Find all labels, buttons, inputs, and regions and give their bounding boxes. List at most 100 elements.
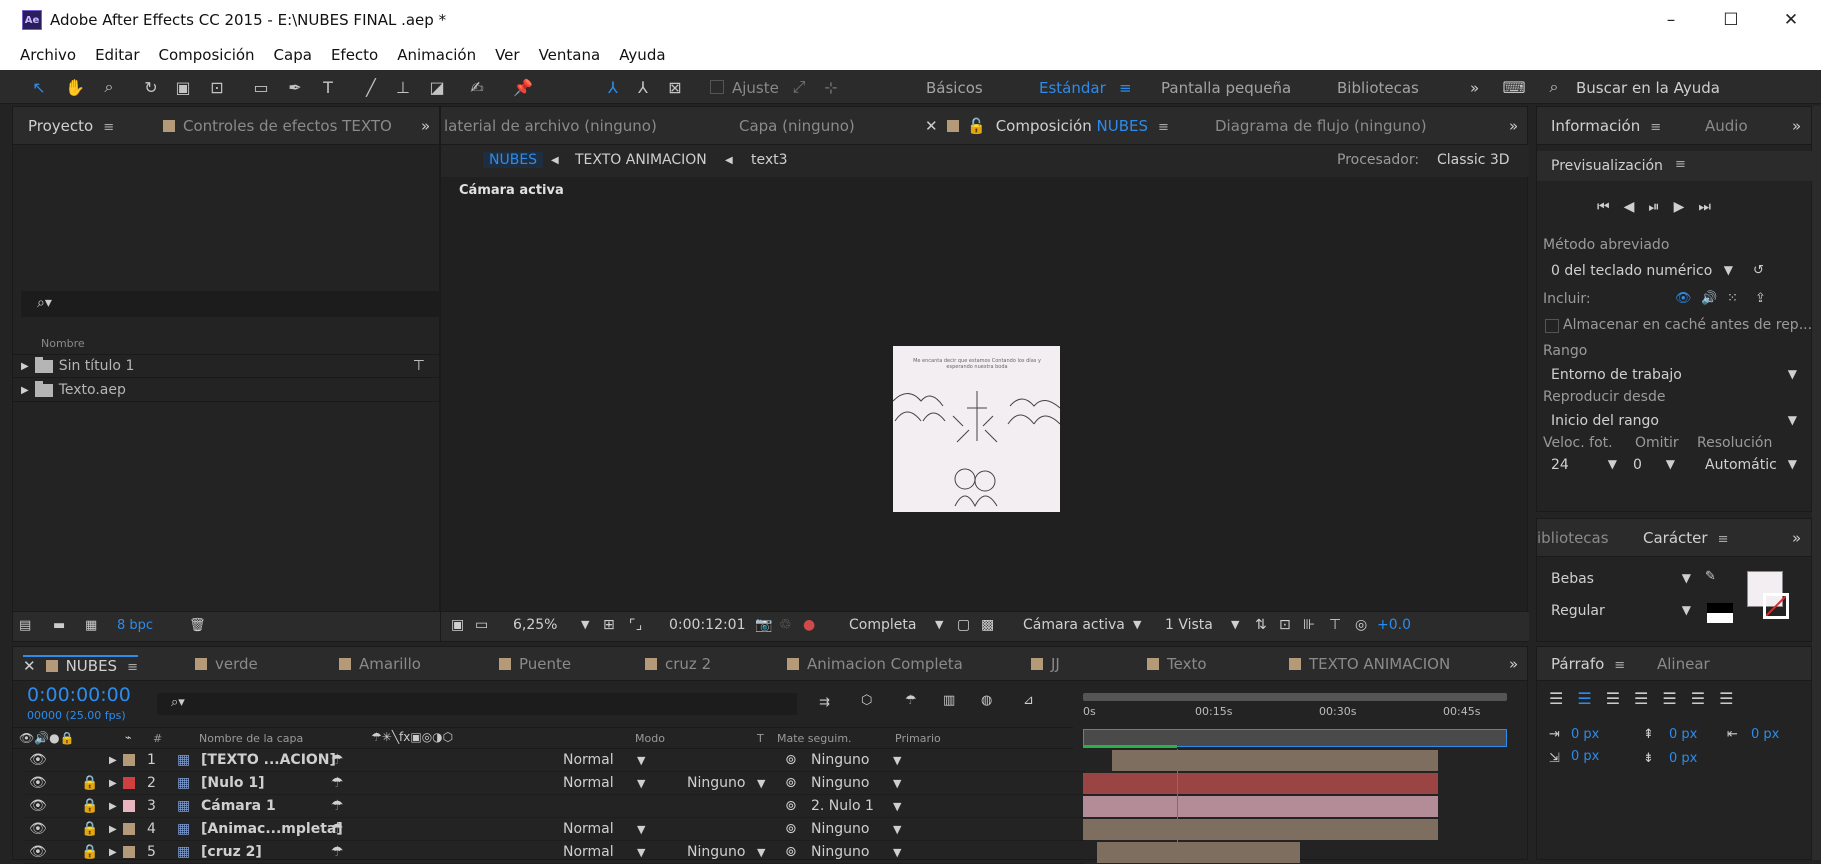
chevron-down-icon[interactable]: ▼ <box>637 754 645 767</box>
eye-icon[interactable]: 👁 <box>29 844 47 860</box>
include-overlays-icon[interactable]: ⁙ <box>1727 291 1738 306</box>
tab-layer[interactable]: Capa (ninguno) <box>739 117 855 135</box>
column-layer-name[interactable]: Nombre de la capa <box>199 732 303 745</box>
trkmat-select[interactable]: Ninguno <box>687 775 745 791</box>
help-search-input[interactable]: Buscar en la Ayuda <box>1576 79 1720 97</box>
play-from-select[interactable]: Inicio del rango ▼ <box>1551 413 1797 429</box>
layer-search-input[interactable]: ⌕▾ <box>157 693 797 715</box>
interpret-footage-icon[interactable]: ▤ <box>19 618 31 633</box>
clone-stamp-tool-icon[interactable]: ⊥ <box>392 76 414 98</box>
tab-footage[interactable]: laterial de archivo (ninguno) <box>444 117 657 135</box>
chevron-down-icon[interactable]: ▼ <box>893 823 901 836</box>
panel-more-icon[interactable]: » <box>1509 117 1518 135</box>
expand-icon[interactable]: ▶ <box>109 801 117 812</box>
tab-timeline-amarillo[interactable]: Amarillo <box>339 655 421 673</box>
pickwhip-icon[interactable]: ⊚ <box>785 752 797 768</box>
minimize-button[interactable]: – <box>1641 0 1701 40</box>
chevron-down-icon[interactable]: ▼ <box>893 754 901 767</box>
tab-timeline-animacion[interactable]: Animacion Completa <box>787 655 963 673</box>
close-tab-icon[interactable]: ✕ <box>925 117 938 135</box>
comp-flowchart-icon[interactable]: ⊤ <box>1329 617 1341 633</box>
range-select[interactable]: Entorno de trabajo ▼ <box>1551 367 1797 383</box>
roto-brush-tool-icon[interactable]: ✍ <box>466 76 488 98</box>
show-snapshot-icon[interactable]: ♲ <box>779 617 792 633</box>
lock-icon[interactable]: 🔒 <box>81 775 98 791</box>
maximize-button[interactable]: ☐ <box>1701 0 1761 40</box>
indent-right-value[interactable]: 0 px <box>1751 727 1779 742</box>
workspace-bibliotecas[interactable]: Bibliotecas <box>1337 79 1419 97</box>
resolution-select[interactable]: Automátic ▼ <box>1705 457 1797 473</box>
font-style-select[interactable]: Regular ▼ <box>1551 603 1691 619</box>
chevron-down-icon[interactable]: ▼ <box>637 846 645 859</box>
tab-timeline-nubes[interactable]: ✕ NUBES ≡ <box>23 655 138 675</box>
tab-bibliotecas[interactable]: ibliotecas <box>1537 529 1609 547</box>
column-mode[interactable]: Modo <box>635 732 665 745</box>
export-icon[interactable]: ⇪ <box>1755 291 1766 306</box>
include-audio-icon[interactable]: 🔊 <box>1701 291 1717 306</box>
paragraph-align-buttons[interactable]: ☰☰☰☰☰☰☰ <box>1549 689 1747 708</box>
views-select[interactable]: 1 Vista <box>1165 617 1213 633</box>
playback-controls[interactable]: ⏮◀⏯▶⏭ <box>1597 199 1725 215</box>
snap-feature-icon[interactable]: ⊹ <box>820 76 842 98</box>
lock-icon[interactable]: 🔒 <box>81 821 98 837</box>
list-item[interactable]: ▶ Sin título 1 ⊤ <box>13 355 439 378</box>
hand-tool-icon[interactable]: ✋ <box>64 76 86 98</box>
mode-select[interactable]: Normal <box>563 821 614 837</box>
processor-value[interactable]: Classic 3D <box>1437 152 1510 168</box>
panel-more-icon[interactable]: » <box>1509 655 1518 673</box>
view-axis-icon[interactable]: ⊠ <box>664 76 686 98</box>
tab-audio[interactable]: Audio <box>1705 117 1748 135</box>
tab-parrafo[interactable]: Párrafo ≡ <box>1551 655 1625 673</box>
rotate-tool-icon[interactable]: ↻ <box>140 76 162 98</box>
chevron-down-icon[interactable]: ▼ <box>893 846 901 859</box>
tab-timeline-verde[interactable]: verde <box>195 655 258 673</box>
tab-timeline-cruz2[interactable]: cruz 2 <box>645 655 711 673</box>
chevron-down-icon[interactable]: ▼ <box>1231 618 1239 631</box>
motion-blur-icon[interactable]: ◍ <box>981 693 992 708</box>
menu-editar[interactable]: Editar <box>95 46 139 64</box>
snap-edge-icon[interactable]: ⤢ <box>788 76 810 98</box>
new-composition-icon[interactable]: ▦ <box>85 618 97 633</box>
table-row[interactable]: 👁 🔒 ▶ 4 ▦ [Animac...mpleta] ☂ Normal ▼ ⊚ Ninguno ▼ <box>25 818 1085 841</box>
tab-timeline-puente[interactable]: Puente <box>499 655 571 673</box>
menu-composicion[interactable]: Composición <box>159 46 255 64</box>
graph-editor-icon[interactable]: ⊿ <box>1023 693 1034 708</box>
snapping-checkbox[interactable] <box>710 80 724 94</box>
table-row[interactable]: 👁 🔒 ▶ 5 ▦ [cruz 2] ☂ Normal ▼ Ninguno ▼ ⊚ Ninguno ▼ <box>25 841 1085 864</box>
layer-label-color[interactable] <box>123 754 135 766</box>
quality-select[interactable]: Completa <box>849 617 916 633</box>
tab-caracter[interactable]: Carácter ≡ <box>1643 529 1728 547</box>
chevron-down-icon[interactable]: ▼ <box>1133 618 1141 631</box>
reset-exposure-icon[interactable]: ◎ <box>1355 617 1367 633</box>
menu-capa[interactable]: Capa <box>274 46 312 64</box>
layer-name[interactable]: Cámara 1 <box>201 798 276 814</box>
camera-select[interactable]: Cámara activa <box>1023 617 1125 633</box>
expand-icon[interactable]: ▶ <box>109 778 117 789</box>
workspace-menu-icon[interactable]: ≡ <box>1119 79 1132 97</box>
snapshot-icon[interactable]: 📷 <box>755 617 772 633</box>
layer-name[interactable]: [Animac...mpleta] <box>201 821 343 837</box>
expand-icon[interactable]: ▶ <box>109 847 117 858</box>
pickwhip-icon[interactable]: ⊚ <box>785 775 797 791</box>
workspace-pantalla-pequena[interactable]: Pantalla pequeña <box>1161 79 1291 97</box>
zoom-tool-icon[interactable]: ⌕ <box>98 76 120 98</box>
mode-select[interactable]: Normal <box>563 844 614 860</box>
column-parent[interactable]: Primario <box>895 732 941 745</box>
work-area-bar[interactable] <box>1083 693 1507 701</box>
text-tool-icon[interactable]: T <box>317 76 339 98</box>
font-family-select[interactable]: Bebas ▼ <box>1551 571 1691 587</box>
column-header-name[interactable]: Nombre <box>13 331 441 355</box>
mode-select[interactable]: Normal <box>563 775 614 791</box>
table-row[interactable]: 👁 ▶ 1 ▦ [TEXTO ...ACION] ☂ Normal ▼ ⊚ Ninguno ▼ <box>25 749 1085 772</box>
comp-mini-flowchart-icon[interactable]: ⇉ <box>819 695 830 710</box>
menu-animacion[interactable]: Animación <box>397 46 476 64</box>
tab-flowchart[interactable]: Diagrama de flujo (ninguno) <box>1215 117 1427 135</box>
parent-select[interactable]: Ninguno <box>811 844 869 860</box>
parent-select[interactable]: Ninguno <box>811 775 869 791</box>
layer-label-color[interactable] <box>123 846 135 858</box>
include-video-icon[interactable]: 👁 <box>1675 291 1692 306</box>
selection-tool-icon[interactable]: ↖ <box>28 76 50 98</box>
pen-tool-icon[interactable]: ✒ <box>284 76 306 98</box>
timeline-icon[interactable]: ⊡ <box>1279 617 1291 633</box>
chevron-down-icon[interactable]: ▼ <box>893 800 901 813</box>
